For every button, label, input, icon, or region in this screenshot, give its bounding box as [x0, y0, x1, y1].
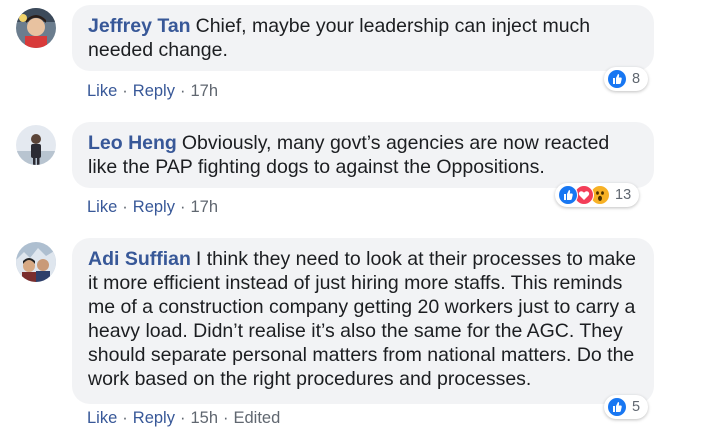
reply-button[interactable]: Reply	[133, 198, 175, 216]
comment-timestamp[interactable]: 17h	[190, 198, 218, 216]
comment-author[interactable]: Leo Heng	[88, 132, 177, 154]
reaction-count: 8	[632, 71, 641, 87]
separator-dot: ·	[179, 198, 186, 216]
like-reaction-icon	[558, 185, 578, 205]
comment-actions: Like · Reply · 15h · Edited	[87, 408, 280, 428]
like-button[interactable]: Like	[87, 198, 117, 216]
avatar[interactable]	[16, 8, 56, 48]
reactions-summary[interactable]: 13	[555, 183, 640, 207]
reply-button[interactable]: Reply	[133, 82, 175, 100]
comment-timestamp[interactable]: 15h	[190, 409, 218, 427]
comment-bubble: Leo Heng Obviously, many govt’s agencies …	[72, 122, 654, 188]
separator-dot: ·	[179, 409, 186, 427]
comment-timestamp[interactable]: 17h	[190, 82, 218, 100]
separator-dot: ·	[122, 198, 128, 216]
like-button[interactable]: Like	[87, 82, 117, 100]
avatar[interactable]	[16, 242, 56, 282]
separator-dot: ·	[122, 409, 128, 427]
reactions-summary[interactable]: 5	[604, 395, 649, 419]
comment-author[interactable]: Jeffrey Tan	[88, 15, 191, 37]
reaction-count: 13	[615, 187, 632, 203]
reply-button[interactable]: Reply	[133, 409, 175, 427]
avatar[interactable]	[16, 125, 56, 165]
comment-actions: Like · Reply · 17h	[87, 81, 218, 101]
edited-label[interactable]: Edited	[234, 409, 281, 427]
like-button[interactable]: Like	[87, 409, 117, 427]
separator-dot: ·	[179, 82, 186, 100]
separator-dot: ·	[122, 82, 128, 100]
comment-actions: Like · Reply · 17h	[87, 197, 218, 217]
comment-bubble: Adi Suffian I think they need to look at …	[72, 238, 654, 404]
reaction-count: 5	[632, 399, 641, 415]
separator-dot: ·	[223, 409, 229, 427]
like-reaction-icon	[607, 69, 627, 89]
comment-bubble: Jeffrey Tan Chief, maybe your leadership …	[72, 5, 654, 71]
like-reaction-icon	[607, 397, 627, 417]
reactions-summary[interactable]: 8	[604, 67, 649, 91]
comment-author[interactable]: Adi Suffian	[88, 248, 191, 270]
